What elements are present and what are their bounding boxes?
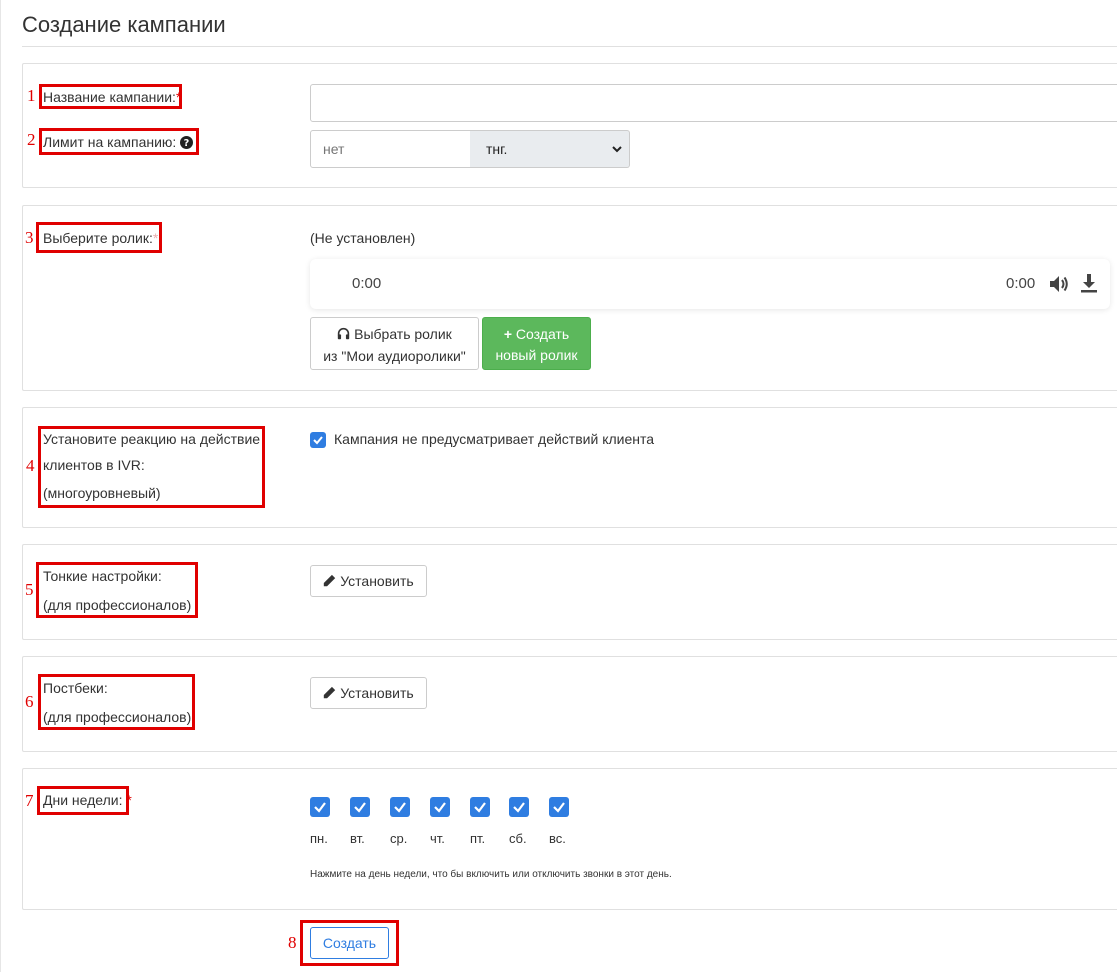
weekday-checkbox-tue[interactable] [350, 797, 370, 817]
weekday-checkbox-thu[interactable] [430, 797, 450, 817]
chevron-down-icon [612, 146, 622, 153]
weekday-label-wed[interactable]: ср. [390, 831, 407, 846]
annotation-number-1: 1 [27, 86, 36, 105]
weekday-checkbox-sun[interactable] [549, 797, 569, 817]
clip-label: Выберите ролик:* [43, 230, 159, 246]
currency-select[interactable]: тнг. [470, 130, 630, 168]
ivr-label-line2: клиентов в IVR: [43, 457, 145, 473]
download-icon[interactable] [1080, 273, 1098, 296]
plus-icon: + [503, 326, 513, 342]
weekdays-hint: Нажмите на день недели, что бы включить … [310, 869, 672, 880]
weekday-label-sun[interactable]: вс. [549, 831, 566, 846]
weekday-checkbox-sat[interactable] [509, 797, 529, 817]
audio-duration: 0:00 [1006, 275, 1036, 292]
weekday-checkbox-mon[interactable] [310, 797, 330, 817]
page-title: Создание кампании [22, 12, 226, 37]
fine-settings-label-line2: (для профессионалов) [43, 597, 192, 613]
question-circle-icon[interactable]: ? [180, 131, 194, 158]
annotation-number-3: 3 [25, 228, 34, 247]
choose-clip-button[interactable]: Выбрать ролик из "Мои аудиоролики" [310, 317, 479, 370]
choose-clip-button-line2: из "Мои аудиоролики" [323, 348, 466, 364]
check-icon [314, 802, 326, 813]
annotation-number-5: 5 [25, 580, 34, 599]
svg-text:?: ? [184, 138, 190, 149]
pencil-icon [323, 679, 336, 709]
check-icon [553, 802, 565, 813]
headphones-icon [337, 325, 350, 346]
weekday-checkbox-fri[interactable] [470, 797, 490, 817]
create-campaign-button[interactable]: Создать [310, 927, 389, 959]
weekdays-label: Дни недели: * [43, 792, 132, 808]
no-client-action-checkbox[interactable] [310, 432, 326, 448]
pencil-icon [323, 567, 336, 597]
campaign-name-label: Название кампании:* [43, 89, 182, 105]
title-divider [22, 46, 1117, 47]
postbacks-label-line2: (для профессионалов) [43, 709, 192, 725]
annotation-number-6: 6 [25, 692, 34, 711]
left-border [0, 0, 1, 972]
weekday-label-tue[interactable]: вт. [350, 831, 365, 846]
currency-select-value: тнг. [486, 141, 508, 157]
annotation-number-2: 2 [27, 130, 36, 149]
limit-input[interactable] [310, 130, 471, 168]
required-mark: * [126, 792, 132, 808]
annotation-number-7: 7 [25, 791, 34, 810]
check-icon [313, 436, 323, 445]
volume-icon[interactable] [1048, 274, 1070, 297]
campaign-name-input[interactable] [310, 84, 1117, 122]
weekday-label-thu[interactable]: чт. [430, 831, 445, 846]
create-clip-button-line2: новый ролик [495, 347, 578, 363]
postbacks-set-button-label: Установить [340, 685, 414, 701]
check-icon [513, 802, 525, 813]
weekday-checkbox-wed[interactable] [390, 797, 410, 817]
clip-status: (Не установлен) [310, 230, 416, 246]
panel-name-limit [22, 63, 1117, 188]
fine-settings-set-button[interactable]: Установить [310, 565, 427, 597]
panel-weekdays [22, 768, 1117, 910]
audio-player[interactable]: 0:00 0:00 [310, 259, 1110, 309]
create-clip-button[interactable]: + Создать новый ролик [482, 317, 591, 370]
annotation-number-8: 8 [288, 933, 297, 952]
check-icon [434, 802, 446, 813]
weekday-label-fri[interactable]: пт. [470, 831, 485, 846]
ivr-label-line3: (многоуровневый) [43, 485, 161, 501]
ivr-label-line1: Установите реакцию на действие [43, 431, 261, 447]
check-icon [394, 802, 406, 813]
audio-current-time: 0:00 [352, 275, 382, 292]
fine-settings-label-line1: Тонкие настройки: [43, 568, 162, 584]
postbacks-label-line1: Постбеки: [43, 680, 108, 696]
weekday-label-sat[interactable]: сб. [509, 831, 527, 846]
postbacks-set-button[interactable]: Установить [310, 677, 427, 709]
weekday-label-mon[interactable]: пн. [310, 831, 328, 846]
limit-label: Лимит на кампанию: ? [43, 129, 194, 158]
choose-clip-button-line1: Выбрать ролик [354, 326, 452, 342]
create-clip-button-line1: Создать [515, 326, 570, 342]
required-mark: * [175, 89, 182, 105]
check-icon [354, 802, 366, 813]
no-client-action-label[interactable]: Кампания не предусматривает действий кли… [334, 426, 654, 453]
check-icon [474, 802, 486, 813]
annotation-number-4: 4 [26, 456, 35, 475]
fine-settings-set-button-label: Установить [340, 573, 414, 589]
